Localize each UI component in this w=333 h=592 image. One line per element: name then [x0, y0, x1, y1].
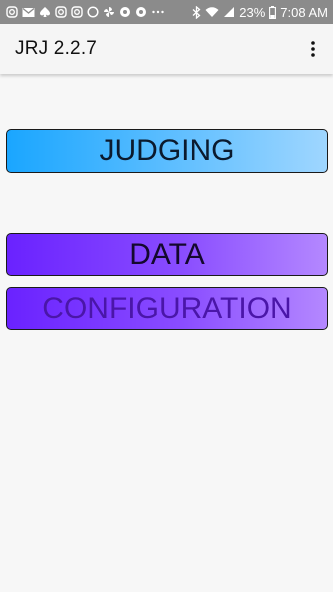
signal-icon	[223, 6, 235, 18]
battery-percent: 23%	[239, 4, 266, 20]
battery-icon	[269, 5, 277, 19]
circle-icon	[87, 6, 99, 18]
configuration-button[interactable]: CONFIGURATION	[6, 287, 328, 330]
pinwheel-icon	[103, 6, 115, 18]
spade-icon	[39, 6, 51, 18]
status-bar: 23% 7:08 AM	[0, 0, 333, 24]
bluetooth-icon	[192, 5, 201, 19]
judging-button[interactable]: JUDGING	[6, 129, 328, 173]
instagram-icon	[6, 6, 18, 18]
data-button[interactable]: DATA	[6, 233, 328, 276]
system-icons: 23% 7:08 AM	[192, 0, 328, 24]
wifi-icon	[205, 6, 219, 18]
configuration-button-label: CONFIGURATION	[42, 291, 292, 325]
chrome-icon	[135, 6, 147, 18]
instagram-icon	[71, 6, 83, 18]
app-title: JRJ 2.2.7	[15, 38, 98, 59]
data-button-label: DATA	[129, 237, 205, 271]
app-bar: JRJ 2.2.7	[0, 24, 333, 74]
clock: 7:08 AM	[280, 4, 328, 20]
instagram-icon	[55, 6, 67, 18]
notification-icons	[6, 0, 165, 24]
more-dots-icon	[151, 6, 165, 18]
judging-button-label: JUDGING	[99, 134, 235, 167]
overflow-menu-button[interactable]	[303, 34, 323, 64]
gmail-icon	[22, 7, 35, 18]
chrome-icon	[119, 6, 131, 18]
overflow-menu-icon[interactable]	[311, 41, 315, 57]
